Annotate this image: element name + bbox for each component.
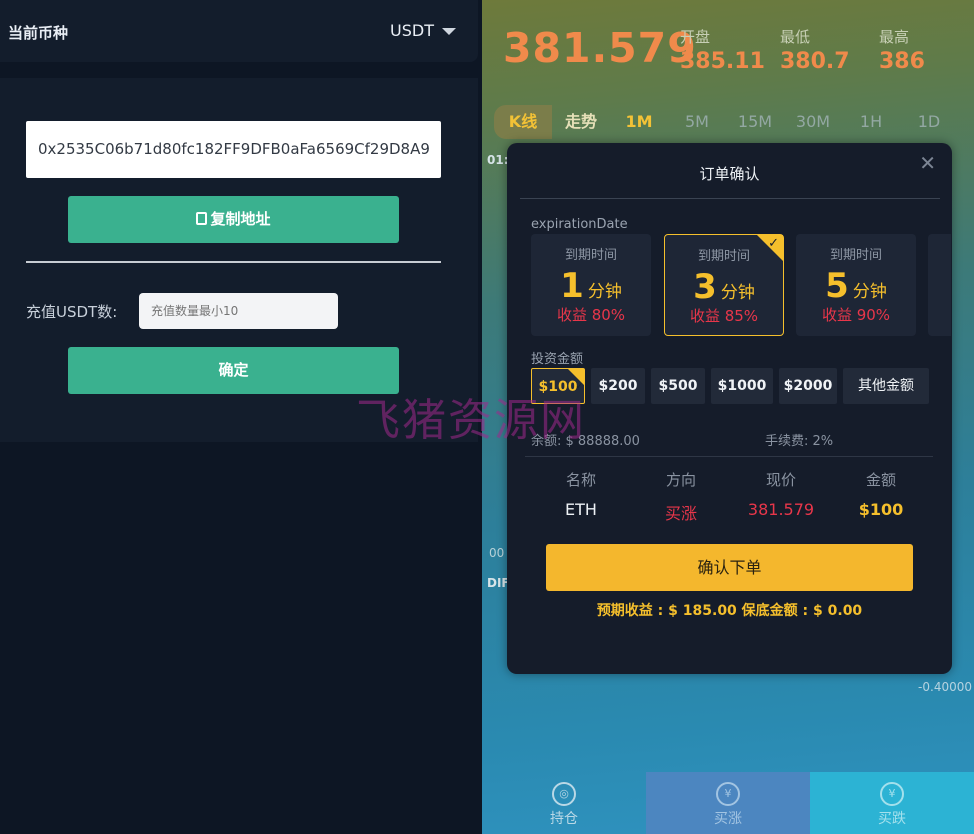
confirm-button[interactable]: 确定 xyxy=(68,347,399,394)
low-stat: 最低 380.7 xyxy=(780,26,850,74)
order-amount: $100 xyxy=(858,500,904,519)
high-stat: 最高 386 xyxy=(879,26,925,74)
table-row: ETH 买涨 381.579 $100 xyxy=(531,500,931,524)
low-label: 最低 xyxy=(780,28,811,46)
tab-1h[interactable]: 1H xyxy=(842,105,900,139)
yen-icon: ¥ xyxy=(716,782,740,806)
order-symbol: ETH xyxy=(565,500,597,519)
nav-hold[interactable]: ◎ 持仓 xyxy=(482,772,646,834)
nav-hold-label: 持仓 xyxy=(550,811,578,827)
chart-zero-label: 00 xyxy=(489,546,505,560)
nav-buy-up-label: 买涨 xyxy=(714,811,742,827)
card-number: 5 xyxy=(825,266,849,306)
expiration-card-more[interactable] xyxy=(928,234,951,336)
expected-profit-text: 预期收益 : $ 185.00 保底金额 : $ 0.00 xyxy=(596,603,863,619)
expiration-card-5[interactable]: 到期时间 5 分钟 收益 90% xyxy=(796,234,916,336)
tab-1m[interactable]: 1M xyxy=(610,105,668,139)
copy-icon xyxy=(196,212,208,225)
card-label: 到期时间 xyxy=(829,248,882,263)
card-unit: 分钟 xyxy=(852,282,887,302)
nav-buy-down[interactable]: ¥ 买跌 xyxy=(810,772,974,834)
tab-kline[interactable]: K线 xyxy=(494,105,552,139)
coins-icon: ◎ xyxy=(552,782,576,806)
axis-value: -0.40000 xyxy=(918,680,972,694)
close-icon[interactable]: ✕ xyxy=(919,151,936,175)
expiration-cards: 到期时间 1 分钟 收益 80% ✓ 到期时间 3 分钟 收益 85% 到期时间 5… xyxy=(531,234,951,336)
high-label: 最高 xyxy=(879,28,910,46)
amount-200[interactable]: $200 xyxy=(591,368,645,404)
tab-15m[interactable]: 15M xyxy=(726,105,784,139)
card-number: 1 xyxy=(560,266,584,306)
check-icon: ✓ xyxy=(768,236,779,251)
copy-address-button[interactable]: 复制地址 xyxy=(68,196,399,243)
tab-1d[interactable]: 1D xyxy=(900,105,958,139)
fee-text: 手续费: 2% xyxy=(765,434,834,449)
open-value: 385.11 xyxy=(680,49,765,74)
card-profit: 收益 80% xyxy=(556,306,626,324)
divider xyxy=(525,456,933,457)
bottom-nav: ◎ 持仓 ¥ 买涨 ¥ 买跌 xyxy=(482,772,974,834)
amount-input[interactable] xyxy=(139,293,338,329)
chevron-down-icon xyxy=(442,28,456,35)
currency-header: 当前币种 USDT xyxy=(0,0,478,62)
watermark: 飞猪资源网 xyxy=(356,395,586,446)
wallet-address-field[interactable]: 0x2535C06b71d80fc182FF9DFB0aFa6569Cf29D8… xyxy=(26,121,441,178)
card-profit: 收益 85% xyxy=(689,307,759,325)
high-value: 386 xyxy=(879,49,925,74)
expiration-card-1[interactable]: 到期时间 1 分钟 收益 80% xyxy=(531,234,651,336)
chart-time-label: 01: xyxy=(487,153,509,167)
amount-500[interactable]: $500 xyxy=(651,368,705,404)
open-label: 开盘 xyxy=(680,28,711,46)
place-order-button[interactable]: 确认下单 xyxy=(546,544,913,591)
card-label: 到期时间 xyxy=(564,248,617,263)
card-number: 3 xyxy=(693,267,717,307)
header-amount: 金额 xyxy=(865,471,896,489)
tab-trend[interactable]: 走势 xyxy=(552,105,610,139)
amount-1000[interactable]: $1000 xyxy=(711,368,773,404)
card-profit: 收益 90% xyxy=(821,306,891,324)
currency-value: USDT xyxy=(390,21,434,40)
order-direction: 买涨 xyxy=(664,504,697,523)
low-value: 380.7 xyxy=(780,49,850,74)
chart-tabs: K线 走势 1M 5M 15M 30M 1H 1D xyxy=(494,105,958,139)
header-name: 名称 xyxy=(565,471,596,489)
tab-5m[interactable]: 5M xyxy=(668,105,726,139)
header-direction: 方向 xyxy=(665,471,696,489)
order-table-header: 名称 方向 现价 金额 xyxy=(531,469,931,490)
amount-2000[interactable]: $2000 xyxy=(779,368,837,404)
order-price: 381.579 xyxy=(747,500,815,519)
card-unit: 分钟 xyxy=(587,282,622,302)
modal-title: 订单确认 xyxy=(699,165,760,183)
currency-label: 当前币种 xyxy=(8,24,69,42)
amount-options: ✓ $100 $200 $500 $1000 $2000 其他金额 xyxy=(531,368,929,404)
nav-buy-down-label: 买跌 xyxy=(878,811,906,827)
expiration-label: expirationDate xyxy=(531,217,628,232)
divider xyxy=(26,261,441,263)
yen-icon: ¥ xyxy=(880,782,904,806)
expiration-card-3[interactable]: ✓ 到期时间 3 分钟 收益 85% xyxy=(664,234,784,336)
amount-label: 充值USDT数: xyxy=(26,303,118,321)
card-unit: 分钟 xyxy=(720,283,755,303)
amount-other[interactable]: 其他金额 xyxy=(843,368,929,404)
nav-buy-up[interactable]: ¥ 买涨 xyxy=(646,772,810,834)
currency-select[interactable]: USDT xyxy=(390,21,456,40)
current-price: 381.579 xyxy=(503,24,697,72)
tab-30m[interactable]: 30M xyxy=(784,105,842,139)
open-stat: 开盘 385.11 xyxy=(680,26,765,74)
header-price: 现价 xyxy=(765,471,796,489)
investment-label: 投资金额 xyxy=(531,352,584,367)
divider xyxy=(520,198,940,199)
copy-address-label: 复制地址 xyxy=(210,210,271,228)
